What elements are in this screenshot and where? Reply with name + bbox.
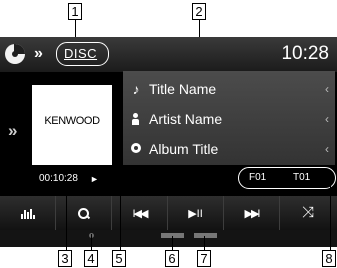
callout-2: 2 xyxy=(192,3,206,20)
device-screen: » DISC 10:28 » KENWOOD ♪ Title Name ‹ Ar… xyxy=(0,37,337,247)
callout-7: 7 xyxy=(197,250,211,267)
next-icon: ▶▶I xyxy=(244,208,261,220)
chevron-left-icon[interactable]: ‹ xyxy=(325,140,329,158)
disc-icon xyxy=(131,143,141,153)
random-indicator xyxy=(194,233,217,238)
track-info-album[interactable]: Album Title ‹ xyxy=(123,134,335,164)
control-bar: I◀◀ ▶II ▶▶I ⤨ xyxy=(0,196,337,230)
track-info-artist[interactable]: Artist Name ‹ xyxy=(123,104,335,134)
callout-5: 5 xyxy=(112,250,126,267)
elapsed-time: 00:10:28 xyxy=(39,173,78,184)
double-chevron-right-icon[interactable]: » xyxy=(34,44,43,64)
previous-icon: I◀◀ xyxy=(132,208,149,220)
callout-7-leader xyxy=(204,236,205,250)
play-pause-button[interactable]: ▶II xyxy=(168,196,224,230)
callout-6-leader xyxy=(172,236,173,250)
chevron-left-icon[interactable]: ‹ xyxy=(325,110,329,128)
track-info-title[interactable]: ♪ Title Name ‹ xyxy=(123,74,335,104)
disc-icon[interactable] xyxy=(5,44,25,64)
shuffle-icon: ⤨ xyxy=(301,204,314,221)
album-title: Album Title xyxy=(149,141,219,157)
callout-3-leader xyxy=(66,188,67,250)
note-icon: ♪ xyxy=(132,81,140,97)
next-button[interactable]: ▶▶I xyxy=(224,196,280,230)
clock: 10:28 xyxy=(281,43,329,64)
chevron-left-icon[interactable]: ‹ xyxy=(325,80,329,98)
search-icon xyxy=(77,207,90,220)
callout-6: 6 xyxy=(165,250,179,267)
equalizer-icon xyxy=(20,208,35,219)
callout-3: 3 xyxy=(58,250,72,267)
callout-4: 4 xyxy=(84,250,98,267)
artwork-text: KENWOOD xyxy=(44,115,100,127)
callout-8-leader xyxy=(330,185,331,250)
album-artwork: KENWOOD xyxy=(32,85,112,165)
track-info-panel: ♪ Title Name ‹ Artist Name ‹ Album Title… xyxy=(123,71,335,165)
callout-4-leader xyxy=(91,234,92,250)
side-menu-expand-icon[interactable]: » xyxy=(8,121,17,141)
callout-5-leader xyxy=(120,179,121,250)
top-bar: » DISC 10:28 xyxy=(0,37,337,72)
artist-name: Artist Name xyxy=(149,111,223,127)
callout-5-leader-h xyxy=(103,179,120,180)
person-icon xyxy=(132,113,139,125)
folder-number: F01 xyxy=(249,172,267,183)
callout-8: 8 xyxy=(322,250,336,267)
callout-1: 1 xyxy=(68,3,82,20)
source-name[interactable]: DISC xyxy=(64,46,97,61)
title-name: Title Name xyxy=(149,81,217,97)
track-number: T01 xyxy=(293,172,311,183)
search-button[interactable] xyxy=(56,196,112,230)
play-pause-icon: ▶II xyxy=(188,208,203,220)
equalizer-button[interactable] xyxy=(0,196,56,230)
shuffle-button[interactable]: ⤨ xyxy=(280,196,336,230)
play-indicator-icon: ► xyxy=(90,174,99,184)
